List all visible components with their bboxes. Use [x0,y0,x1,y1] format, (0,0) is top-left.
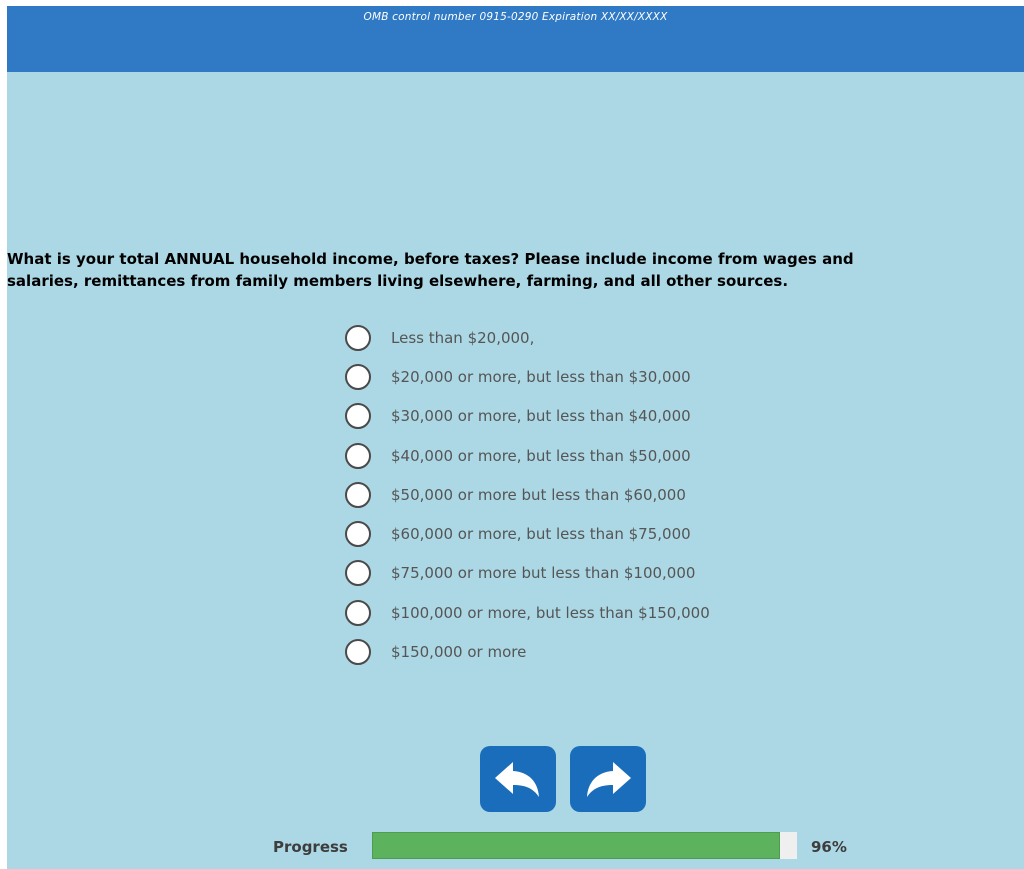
arrow-forward-icon [587,762,631,797]
income-option[interactable]: $100,000 or more, but less than $150,000 [345,593,710,632]
option-label[interactable]: $75,000 or more but less than $100,000 [391,564,695,582]
radio-button[interactable] [345,442,371,469]
question-line-1: What is your total ANNUAL household inco… [7,250,854,268]
option-label[interactable]: $50,000 or more but less than $60,000 [391,486,686,504]
survey-page: OMB control number 0915-0290 Expiration … [7,6,1024,869]
income-option[interactable]: $40,000 or more, but less than $50,000 [345,436,710,475]
option-label[interactable]: $40,000 or more, but less than $50,000 [391,447,691,465]
back-button[interactable] [480,746,556,812]
arrow-back-icon [495,762,539,797]
radio-button[interactable] [345,521,371,548]
omb-control-text: OMB control number 0915-0290 Expiration … [363,11,668,23]
radio-button[interactable] [345,560,371,587]
income-option[interactable]: $50,000 or more but less than $60,000 [345,475,710,514]
header-bar: OMB control number 0915-0290 Expiration … [7,6,1024,72]
radio-button[interactable] [345,324,371,351]
income-option[interactable]: $75,000 or more but less than $100,000 [345,554,710,593]
progress-percent: 96% [811,838,847,856]
progress-bar [372,832,797,859]
option-label[interactable]: $60,000 or more, but less than $75,000 [391,525,691,543]
question-line-2: salaries, remittances from family member… [7,272,789,290]
option-label[interactable]: $100,000 or more, but less than $150,000 [391,604,710,622]
radio-button[interactable] [345,403,371,430]
income-options-list: Less than $20,000, $20,000 or more, but … [345,318,710,672]
radio-button[interactable] [345,639,371,666]
radio-button[interactable] [345,481,371,508]
progress-label: Progress [273,838,348,856]
radio-button[interactable] [345,599,371,626]
income-option[interactable]: $20,000 or more, but less than $30,000 [345,357,710,396]
radio-button[interactable] [345,363,371,390]
income-option[interactable]: $30,000 or more, but less than $40,000 [345,397,710,436]
option-label[interactable]: $20,000 or more, but less than $30,000 [391,368,691,386]
income-option[interactable]: $150,000 or more [345,632,710,671]
option-label[interactable]: Less than $20,000, [391,329,534,347]
income-option[interactable]: Less than $20,000, [345,318,710,357]
option-label[interactable]: $30,000 or more, but less than $40,000 [391,407,691,425]
option-label[interactable]: $150,000 or more [391,643,526,661]
question-text: What is your total ANNUAL household inco… [7,248,1024,292]
next-button[interactable] [570,746,646,812]
progress-fill [372,832,780,859]
income-option[interactable]: $60,000 or more, but less than $75,000 [345,514,710,553]
